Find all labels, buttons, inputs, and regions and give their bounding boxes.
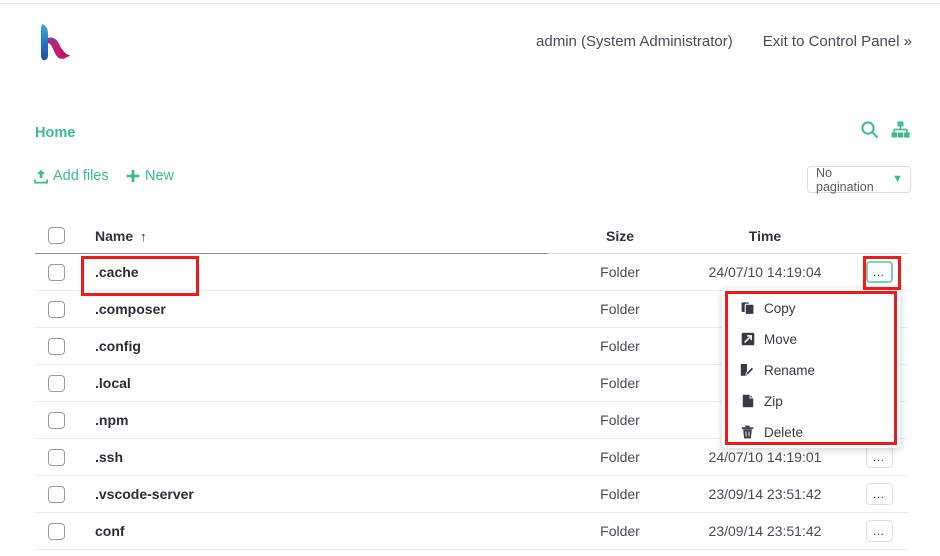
row-select-cell [35, 411, 81, 429]
zip-icon [740, 394, 755, 408]
search-icon[interactable] [860, 120, 879, 139]
file-size: Folder [600, 412, 640, 428]
upload-icon [34, 169, 48, 184]
file-name[interactable]: .ssh [81, 449, 560, 465]
row-checkbox[interactable] [48, 485, 65, 503]
row-select-cell [35, 300, 81, 318]
row-select-cell [35, 522, 81, 540]
column-header-name-label: Name [95, 227, 134, 244]
row-checkbox[interactable] [48, 411, 65, 429]
page-header: admin (System Administrator) Exit to Con… [0, 4, 940, 84]
row-checkbox[interactable] [48, 522, 65, 540]
file-size: Folder [600, 301, 640, 317]
select-all-checkbox[interactable] [48, 227, 65, 244]
file-time: 23/09/14 23:51:42 [708, 523, 822, 539]
file-name[interactable]: conf [81, 523, 560, 539]
pagination-select[interactable]: No pagination ▼ [807, 165, 911, 194]
row-actions-button[interactable]: … [865, 446, 893, 468]
menu-item-move[interactable]: Move [722, 324, 900, 354]
file-time: 23/09/14 23:51:42 [708, 486, 822, 502]
select-all-cell [35, 227, 81, 244]
row-checkbox[interactable] [48, 300, 65, 318]
row-actions-cell: … [850, 446, 908, 468]
table-header-row: Name ↑ Size Time [35, 218, 908, 254]
column-header-size[interactable]: Size [560, 228, 680, 244]
row-select-cell [35, 485, 81, 503]
file-name[interactable]: .local [81, 375, 560, 391]
column-header-time[interactable]: Time [680, 228, 850, 244]
breadcrumb-icons [860, 120, 910, 139]
file-name[interactable]: .composer [81, 301, 560, 317]
rename-icon [740, 363, 755, 377]
row-select-cell [35, 374, 81, 392]
sitemap-icon[interactable] [891, 121, 910, 139]
row-actions-cell: … [850, 520, 908, 542]
file-size: Folder [600, 264, 640, 280]
sort-ascending-icon[interactable]: ↑ [140, 229, 147, 244]
copy-icon [740, 301, 755, 315]
exit-to-control-panel-link[interactable]: Exit to Control Panel » [763, 33, 912, 50]
file-size: Folder [600, 523, 640, 539]
new-button[interactable]: New [126, 168, 174, 184]
table-row[interactable]: conf Folder 23/09/14 23:51:42 … [35, 513, 908, 550]
file-size: Folder [600, 375, 640, 391]
menu-item-copy-label: Copy [764, 300, 796, 316]
row-checkbox[interactable] [48, 337, 65, 355]
trash-icon [740, 425, 755, 439]
breadcrumb-bar: Home [0, 120, 940, 154]
file-name[interactable]: .config [81, 338, 560, 354]
row-checkbox[interactable] [48, 263, 65, 281]
row-checkbox[interactable] [48, 374, 65, 392]
row-context-menu[interactable]: Copy Move Rename Zip Delete [722, 288, 900, 448]
file-size: Folder [600, 486, 640, 502]
breadcrumb-home[interactable]: Home [35, 125, 75, 141]
file-name[interactable]: .cache [81, 264, 560, 280]
row-actions-cell: … [850, 483, 908, 505]
current-user-label[interactable]: admin (System Administrator) [536, 33, 733, 50]
menu-item-zip-label: Zip [764, 393, 783, 409]
add-files-label: Add files [53, 168, 109, 184]
header-links: admin (System Administrator) Exit to Con… [536, 33, 912, 50]
table-row[interactable]: .cache Folder 24/07/10 14:19:04 … [35, 254, 908, 291]
menu-item-zip[interactable]: Zip [722, 386, 900, 416]
menu-item-rename[interactable]: Rename [722, 355, 900, 385]
column-header-name[interactable]: Name ↑ [81, 228, 560, 244]
row-select-cell [35, 263, 81, 281]
move-icon [740, 332, 755, 346]
menu-item-move-label: Move [764, 331, 798, 347]
menu-item-delete[interactable]: Delete [722, 417, 900, 447]
row-actions-button[interactable]: … [865, 483, 893, 505]
menu-item-delete-label: Delete [764, 424, 804, 440]
row-select-cell [35, 448, 81, 466]
row-actions-button[interactable]: … [865, 261, 893, 283]
file-time: 24/07/10 14:19:01 [708, 449, 822, 465]
file-size: Folder [600, 338, 640, 354]
header-divider-fade [548, 253, 908, 254]
file-time: 24/07/10 14:19:04 [708, 264, 822, 280]
plus-icon [126, 169, 140, 183]
file-name[interactable]: .vscode-server [81, 486, 560, 502]
row-select-cell [35, 337, 81, 355]
pagination-value: No pagination [816, 165, 874, 194]
row-actions-cell: … [850, 261, 908, 283]
add-files-button[interactable]: Add files [34, 168, 109, 184]
row-actions-button[interactable]: … [865, 520, 893, 542]
chevron-down-icon: ▼ [892, 173, 903, 185]
action-bar: Add files New No pagination ▼ [0, 162, 940, 198]
new-label: New [145, 168, 175, 184]
hestia-logo[interactable] [34, 18, 78, 66]
file-size: Folder [600, 449, 640, 465]
menu-item-rename-label: Rename [764, 362, 816, 378]
file-name[interactable]: .npm [81, 412, 560, 428]
table-row[interactable]: .vscode-server Folder 23/09/14 23:51:42 … [35, 476, 908, 513]
row-checkbox[interactable] [48, 448, 65, 466]
menu-item-copy[interactable]: Copy [722, 293, 900, 323]
